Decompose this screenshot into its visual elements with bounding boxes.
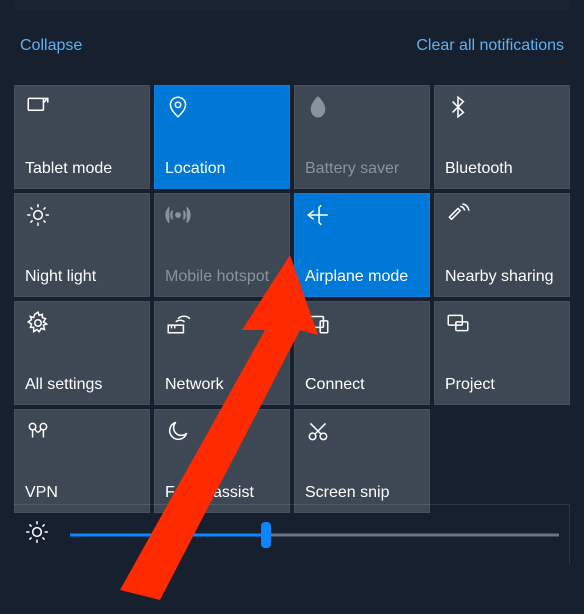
tile-label: Nearby sharing [445, 268, 559, 286]
tile-nearby-sharing[interactable]: Nearby sharing [434, 193, 570, 297]
battery-saver-icon [305, 94, 331, 120]
tile-screen-snip[interactable]: Screen snip [294, 409, 430, 513]
hotspot-icon [165, 202, 191, 228]
airplane-icon [305, 202, 331, 228]
tile-label: Location [165, 160, 279, 178]
focus-assist-icon [165, 418, 191, 444]
tile-vpn[interactable]: VPN [14, 409, 150, 513]
tile-label: Bluetooth [445, 160, 559, 178]
tile-label: Network [165, 376, 279, 394]
tile-connect[interactable]: Connect [294, 301, 430, 405]
screen-snip-icon [305, 418, 331, 444]
brightness-slider[interactable] [70, 523, 559, 547]
panel-top-edge [14, 0, 570, 10]
brightness-row [14, 504, 570, 564]
slider-thumb[interactable] [261, 522, 271, 548]
vpn-icon [25, 418, 51, 444]
tile-airplane-mode[interactable]: Airplane mode [294, 193, 430, 297]
tablet-icon [25, 94, 51, 120]
tile-location[interactable]: Location [154, 85, 290, 189]
tile-battery-saver[interactable]: Battery saver [294, 85, 430, 189]
quick-actions-grid: Tablet mode Location Battery saver Bluet… [14, 85, 570, 513]
network-icon [165, 310, 191, 336]
location-icon [165, 94, 191, 120]
tile-label: Mobile hotspot [165, 268, 279, 286]
connect-icon [305, 310, 331, 336]
tile-project[interactable]: Project [434, 301, 570, 405]
tile-label: Battery saver [305, 160, 419, 178]
tile-label: Tablet mode [25, 160, 139, 178]
night-light-icon [25, 202, 51, 228]
brightness-icon [24, 519, 50, 550]
tile-night-light[interactable]: Night light [14, 193, 150, 297]
tile-label: Night light [25, 268, 139, 286]
tile-label: All settings [25, 376, 139, 394]
bluetooth-icon [445, 94, 471, 120]
tile-bluetooth[interactable]: Bluetooth [434, 85, 570, 189]
tile-mobile-hotspot[interactable]: Mobile hotspot [154, 193, 290, 297]
slider-fill [70, 533, 266, 536]
action-center-header: Collapse Clear all notifications [0, 25, 584, 67]
tile-label: Airplane mode [305, 268, 419, 286]
nearby-sharing-icon [445, 202, 471, 228]
tile-label: Focus assist [165, 484, 279, 502]
tile-label: Connect [305, 376, 419, 394]
clear-all-link[interactable]: Clear all notifications [416, 37, 564, 55]
tile-focus-assist[interactable]: Focus assist [154, 409, 290, 513]
tile-label: VPN [25, 484, 139, 502]
project-icon [445, 310, 471, 336]
collapse-link[interactable]: Collapse [20, 37, 82, 55]
settings-icon [25, 310, 51, 336]
tile-all-settings[interactable]: All settings [14, 301, 150, 405]
tile-label: Project [445, 376, 559, 394]
tile-label: Screen snip [305, 484, 419, 502]
tile-tablet-mode[interactable]: Tablet mode [14, 85, 150, 189]
tile-network[interactable]: Network [154, 301, 290, 405]
